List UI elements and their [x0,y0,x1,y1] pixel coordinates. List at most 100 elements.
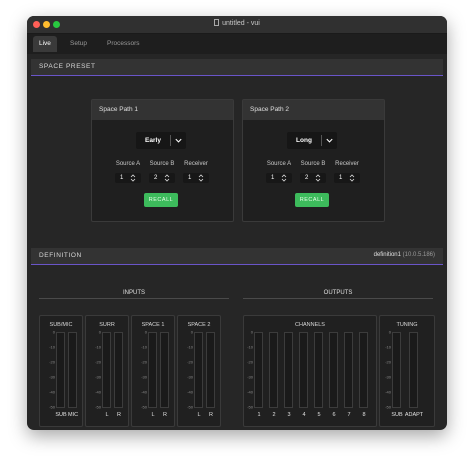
meter-scale-tick: -10 [187,344,193,350]
source-b-value: 2 [305,175,309,181]
definition-title: DEFINITION [39,252,82,259]
recall-button[interactable]: RECALL [144,193,178,207]
meter-scale-tick: 0 [98,329,101,335]
space-path-1-panel: Space Path 1 Early Source A Source B Rec… [91,99,234,222]
meter-scale: 0 -10 -20 -30 -40 -50 [246,329,253,410]
meter-scale-tick: -20 [187,359,193,365]
receiver-value: 1 [339,175,343,181]
meter-scale-tick: -40 [385,389,391,395]
space-path-2-title: Space Path 2 [243,100,384,120]
divider [170,135,171,146]
recall-button[interactable]: RECALL [295,193,329,207]
meter-scale-tick: -40 [141,389,147,395]
meter-scale-tick: -30 [49,374,55,380]
meter-scale-tick: -30 [187,374,193,380]
outputs-title: OUTPUTS [323,290,353,296]
title-bar: untitled - vui [27,16,447,34]
level-meter-bar [68,332,77,408]
device-info: definition1 (10.0.5.186) [374,252,435,258]
meter-scale: 0 -10 -20 -30 -40 -50 [180,329,193,410]
meter-scale-tick: 0 [250,329,253,335]
source-a-stepper[interactable]: 1 [266,173,292,183]
space-path-1-title: Space Path 1 [92,100,233,120]
tab-bar: Live Setup Processors [27,34,447,54]
space-preset-title: SPACE PRESET [39,63,96,70]
source-a-stepper[interactable]: 1 [115,173,141,183]
meter-scale-tick: -20 [385,359,391,365]
source-a-value: 1 [120,175,124,181]
receiver-stepper[interactable]: 1 [334,173,360,183]
source-a-value: 1 [271,175,275,181]
stepper-arrows-icon [130,174,136,182]
app-window: untitled - vui Live Setup Processors SPA… [27,16,447,430]
meter-scale-tick: -30 [141,374,147,380]
meter-scale: 0 -10 -20 -30 -40 -50 [88,329,101,410]
stepper-arrows-icon [349,174,355,182]
level-meter-bar [284,332,293,408]
source-a-label: Source A [115,161,141,167]
space-path-1-preset-select[interactable]: Early [136,132,186,149]
tab-setup[interactable]: Setup [64,36,93,52]
meter-scale-tick: -50 [95,404,101,410]
level-meter-bar [409,332,418,408]
meter-scale-tick: 0 [52,329,55,335]
meter-scale-tick: -10 [49,344,55,350]
receiver-value: 1 [188,175,192,181]
meter-scale-tick: -30 [385,374,391,380]
tuning-meter-group: TUNING 0 -10 -20 -30 -40 -50 SUB ADAPT [379,315,435,427]
source-b-label: Source B [149,161,175,167]
tab-live[interactable]: Live [33,36,57,52]
source-b-stepper[interactable]: 2 [149,173,175,183]
level-meter-bar [344,332,353,408]
channel-label: 8 [362,412,366,418]
chevron-down-icon [326,138,333,143]
receiver-label: Receiver [335,161,359,167]
channel-label: R [117,412,121,418]
space-1-meter-group: SPACE 1 0 -10 -20 -30 -40 -50 L R [131,315,175,427]
source-b-stepper[interactable]: 2 [300,173,326,183]
meter-scale-tick: -30 [95,374,101,380]
meter-scale-tick: -20 [247,359,253,365]
source-b-label: Source B [300,161,326,167]
meter-scale-tick: -40 [49,389,55,395]
level-meter-bar [56,332,65,408]
meter-scale-tick: -10 [247,344,253,350]
meter-scale: 0 -10 -20 -30 -40 -50 [42,329,55,410]
meter-scale-tick: -40 [95,389,101,395]
channels-meter-group: CHANNELS 0 -10 -20 -30 -40 -50 1 2 3 4 5 6 7 8 [243,315,377,427]
receiver-label: Receiver [184,161,208,167]
window-title-text: untitled - vui [222,20,260,27]
meter-scale-tick: -10 [385,344,391,350]
meter-scale-tick: 0 [190,329,193,335]
space-preset-header: SPACE PRESET [31,59,443,76]
tab-processors[interactable]: Processors [101,36,146,52]
meter-scale-tick: -30 [247,374,253,380]
window-title: untitled - vui [27,19,447,27]
meter-scale-tick: -10 [95,344,101,350]
stepper-arrows-icon [198,174,204,182]
field-labels: Source A Source B Receiver [243,161,384,170]
receiver-stepper[interactable]: 1 [183,173,209,183]
sub-mic-title: SUB/MIC [49,322,73,328]
level-meter-bar [359,332,368,408]
level-meter-bar [299,332,308,408]
level-meter-bar [392,332,401,408]
chevron-down-icon [175,138,182,143]
meter-scale-tick: -20 [49,359,55,365]
level-meter-bar [148,332,157,408]
level-meter-bar [269,332,278,408]
meter-scale-tick: -50 [385,404,391,410]
preset-value: Long [296,137,312,144]
meter-scale: 0 -10 -20 -30 -40 -50 [382,330,391,410]
level-meter-bar [206,332,215,408]
channels-title: CHANNELS [295,322,325,328]
meter-scale-tick: -50 [141,404,147,410]
preset-value: Early [145,137,161,144]
space-path-2-panel: Space Path 2 Long Source A Source B Rece… [242,99,385,222]
space-path-2-preset-select[interactable]: Long [287,132,337,149]
surr-meter-group: SURR 0 -10 -20 -30 -40 -50 L R [85,315,129,427]
stepper-arrows-icon [315,174,321,182]
level-meter-bar [160,332,169,408]
meter-scale: 0 -10 -20 -30 -40 -50 [134,330,147,410]
meter-scale-tick: -50 [247,404,253,410]
